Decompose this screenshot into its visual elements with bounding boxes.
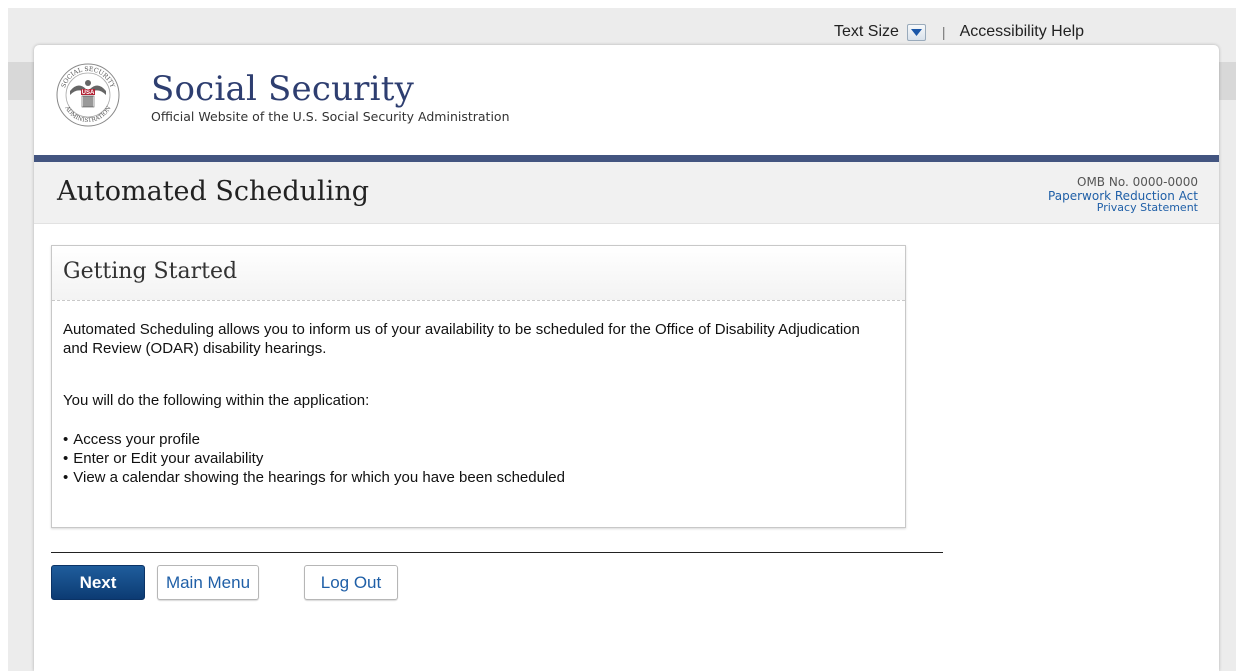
- utility-separator: |: [941, 24, 946, 40]
- header-band-left: [8, 62, 35, 100]
- text-size-label[interactable]: Text Size: [834, 23, 899, 41]
- main-panel: SOCIAL SECURITY ADMINISTRATION USA Socia…: [34, 45, 1219, 671]
- paperwork-reduction-act-link[interactable]: Paperwork Reduction Act: [1048, 189, 1198, 203]
- title-bar: Automated Scheduling OMB No. 0000-0000 P…: [34, 162, 1219, 224]
- list-item: Enter or Edit your availability: [63, 449, 863, 468]
- main-menu-button[interactable]: Main Menu: [157, 565, 259, 600]
- lead-text: You will do the following within the app…: [63, 392, 370, 409]
- seal-badge: USA: [82, 90, 95, 96]
- brand-subtitle: Official Website of the U.S. Social Secu…: [151, 109, 510, 124]
- text-size-dropdown-button[interactable]: [906, 23, 926, 41]
- ssa-seal-icon[interactable]: SOCIAL SECURITY ADMINISTRATION USA: [56, 63, 120, 127]
- list-item: View a calendar showing the hearings for…: [63, 468, 863, 487]
- feature-list: Access your profile Enter or Edit your a…: [63, 430, 863, 487]
- utility-bar: Text Size | Accessibility Help: [834, 21, 1084, 43]
- button-divider: [51, 552, 943, 553]
- site-header: SOCIAL SECURITY ADMINISTRATION USA Socia…: [56, 63, 510, 127]
- chevron-down-icon: [910, 28, 922, 36]
- page-title: Automated Scheduling: [57, 176, 369, 207]
- card-title: Getting Started: [63, 259, 238, 284]
- list-item: Access your profile: [63, 430, 863, 449]
- intro-text: Automated Scheduling allows you to infor…: [63, 321, 860, 357]
- omb-number: OMB No. 0000-0000: [1077, 175, 1198, 189]
- privacy-statement-link[interactable]: Privacy Statement: [1048, 203, 1198, 213]
- next-button[interactable]: Next: [51, 565, 145, 600]
- omb-info: OMB No. 0000-0000 Paperwork Reduction Ac…: [1048, 175, 1198, 213]
- header-band-right: [1219, 62, 1236, 100]
- brand-title[interactable]: Social Security: [151, 71, 510, 107]
- log-out-button[interactable]: Log Out: [304, 565, 398, 600]
- getting-started-card: Getting Started Automated Scheduling all…: [51, 245, 906, 528]
- card-body: Automated Scheduling allows you to infor…: [63, 320, 863, 487]
- accessibility-help-link[interactable]: Accessibility Help: [960, 23, 1084, 41]
- brand: Social Security Official Website of the …: [151, 63, 510, 124]
- header-divider: [34, 155, 1219, 162]
